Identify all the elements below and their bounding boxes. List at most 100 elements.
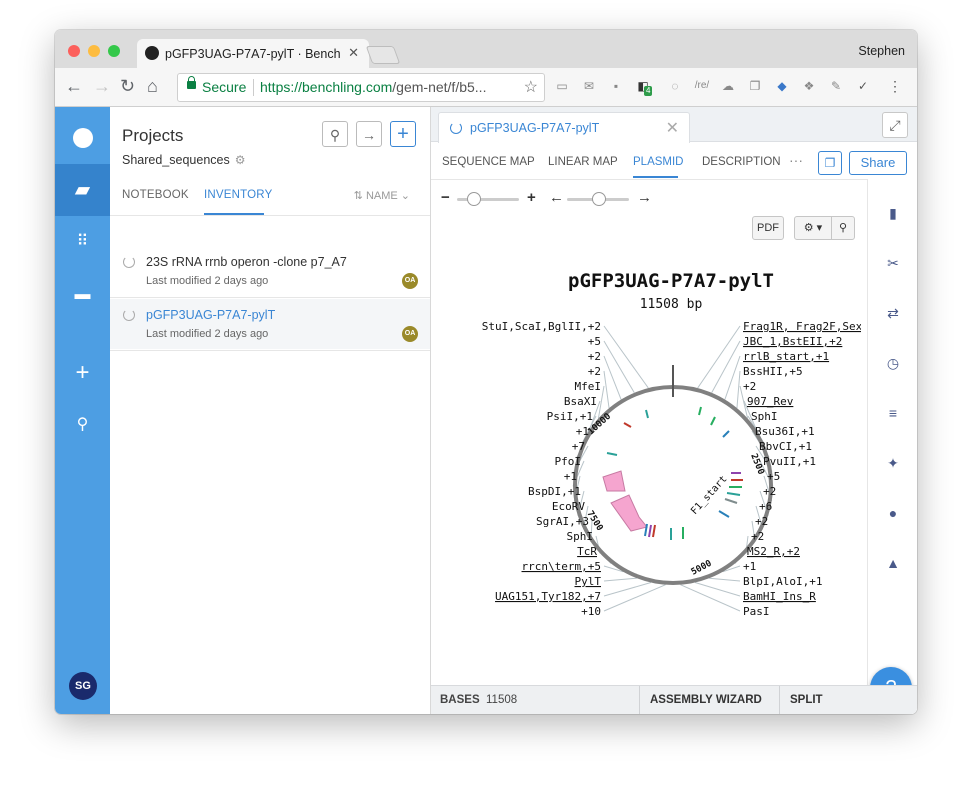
extension-badge-icon[interactable]: ◧ 4 — [636, 79, 653, 96]
feature-label-f1-start[interactable]: F1_start — [689, 474, 729, 517]
feature-label[interactable]: JBC_1,BstEII,+2 — [743, 335, 842, 348]
feature-label[interactable]: +2 — [755, 515, 768, 528]
add-nav-icon[interactable]: + — [55, 347, 110, 399]
feature-label[interactable]: BssHII,+5 — [743, 365, 803, 378]
feature-label[interactable]: MS2_R,+2 — [747, 545, 800, 558]
copy-extension-icon[interactable]: ❐ — [748, 79, 762, 93]
clock-icon[interactable]: ◷ — [868, 355, 917, 372]
share-button[interactable]: Share — [849, 151, 907, 175]
close-window-button[interactable] — [68, 45, 80, 57]
clipper-icon[interactable]: ✎ — [829, 79, 843, 93]
more-tabs-button[interactable]: ··· — [789, 152, 803, 168]
feature-label[interactable]: +5 — [588, 335, 601, 348]
inbox-icon[interactable]: ✓ — [856, 79, 870, 93]
zoom-window-button[interactable] — [108, 45, 120, 57]
feature-label[interactable]: PylT — [575, 575, 602, 588]
tab-description[interactable]: DESCRIPTION — [702, 156, 781, 168]
feature-label[interactable]: SgrAI,+3 — [536, 515, 589, 528]
apps-grid-icon[interactable]: ⠿ — [55, 216, 110, 268]
feature-label[interactable]: +1 — [576, 425, 589, 438]
tab-sequence-map[interactable]: SEQUENCE MAP — [442, 156, 535, 168]
feature-label[interactable]: StuI,ScaI,BglII,+2 — [482, 320, 601, 333]
swap-icon[interactable]: ⇄ — [868, 305, 917, 322]
zoom-in-icon[interactable]: + — [527, 189, 536, 206]
feature-label[interactable]: TcR — [577, 545, 597, 558]
close-tab-icon[interactable]: ✕ — [348, 45, 359, 61]
fox-extension-icon[interactable]: ◌ — [668, 79, 682, 93]
feature-label[interactable]: Bsu36I,+1 — [755, 425, 815, 438]
feature-label[interactable]: UAG151,Tyr182,+7 — [495, 590, 601, 603]
tab-plasmid[interactable]: PLASMID — [633, 156, 684, 168]
bookmark-icon[interactable]: ▮ — [868, 205, 917, 222]
feature-label[interactable]: rrlB_start,+1 — [743, 350, 829, 363]
mail-icon[interactable]: ✉ — [582, 79, 596, 93]
info-icon[interactable]: ● — [868, 505, 917, 521]
reload-icon[interactable]: ↻ — [120, 76, 135, 96]
tab-linear-map[interactable]: LINEAR MAP — [548, 156, 618, 168]
map-search-button[interactable]: ⚲ — [831, 216, 855, 240]
close-document-icon[interactable]: ✕ — [666, 118, 679, 138]
graduation-cap-icon[interactable]: ▲ — [868, 555, 917, 571]
rotate-right-icon[interactable]: → — [637, 189, 652, 206]
inventory-nav-icon[interactable]: ▰ — [55, 164, 110, 216]
split-workspace-button[interactable]: SPLIT WORKSPACE — [779, 686, 909, 714]
browser-menu-icon[interactable]: ⋮ — [888, 79, 902, 93]
list-item[interactable]: 23S rRNA rrnb operon -clone p7_A7 Last m… — [110, 246, 430, 296]
feature-label[interactable]: +2 — [763, 485, 776, 498]
feature-label[interactable]: BamHI_Ins_R — [743, 590, 816, 603]
search-nav-icon[interactable]: ⚲ — [55, 399, 110, 451]
list-item-selected[interactable]: pGFP3UAG-P7A7-pylT Last modified 2 days … — [110, 299, 430, 349]
feature-label[interactable]: +7 — [572, 440, 585, 453]
feature-label[interactable]: MfeI — [575, 380, 602, 393]
create-new-button[interactable]: + — [390, 121, 416, 147]
feature-label[interactable]: SphI — [567, 530, 594, 543]
feature-label[interactable]: BbvCI,+1 — [759, 440, 812, 453]
cloud-icon[interactable]: ☁ — [721, 79, 735, 93]
feature-label[interactable]: EcoRV — [552, 500, 585, 513]
bookmark-star-icon[interactable]: ☆ — [524, 77, 538, 97]
feature-label[interactable]: PfoI — [555, 455, 582, 468]
feature-tcr[interactable] — [602, 470, 626, 492]
copy-button[interactable]: ❐ — [818, 151, 842, 175]
feature-label[interactable]: +2 — [588, 350, 601, 363]
back-arrow-icon[interactable]: ← — [65, 76, 83, 96]
feature-label[interactable]: +6 — [759, 500, 772, 513]
sparkle-icon[interactable]: ✦ — [868, 455, 917, 472]
feature-pylt[interactable] — [610, 494, 648, 532]
expand-button[interactable]: ⤢ — [882, 112, 908, 138]
zoom-out-icon[interactable]: − — [441, 189, 450, 206]
feature-label[interactable]: PvuII,+1 — [763, 455, 816, 468]
rotation-slider-handle[interactable] — [592, 192, 606, 206]
cast-icon[interactable]: ▭ — [555, 79, 569, 93]
tab-inventory[interactable]: INVENTORY — [204, 189, 272, 201]
align-icon[interactable]: ≡ — [868, 405, 917, 421]
feature-label[interactable]: 907_Rev — [747, 395, 794, 408]
feature-label[interactable]: BsaXI — [564, 395, 597, 408]
feature-label[interactable]: PsiI,+1 — [547, 410, 593, 423]
home-icon[interactable]: ⌂ — [147, 76, 158, 96]
document-tab[interactable]: pGFP3UAG-P7A7-pylT ✕ — [438, 112, 690, 143]
address-bar[interactable]: Secure https://benchling.com/gem-net/f/b… — [177, 73, 545, 102]
user-avatar[interactable]: SG — [69, 672, 97, 700]
forward-arrow-icon[interactable]: → — [93, 76, 111, 96]
sort-by-name[interactable]: ⇅ NAME ⌄ — [354, 189, 410, 202]
feature-label[interactable]: +2 — [743, 380, 756, 393]
folder-settings-gear-icon[interactable]: ⚙ — [235, 153, 246, 167]
plasmid-map[interactable]: pGFP3UAG-P7A7-pylT 11508 bp F1_start 100… — [461, 255, 861, 645]
feature-label[interactable]: rrcn\term,+5 — [522, 560, 601, 573]
shield-extension-icon[interactable]: ◆ — [775, 79, 789, 93]
pdf-export-button[interactable]: PDF — [752, 216, 784, 240]
search-projects-button[interactable]: ⚲ — [322, 121, 348, 147]
profile-name[interactable]: Stephen — [858, 44, 905, 58]
scissors-icon[interactable]: ✂ — [868, 255, 917, 272]
feature-label[interactable]: +5 — [767, 470, 780, 483]
feature-label[interactable]: BspDI,+1 — [528, 485, 581, 498]
feature-label[interactable]: +10 — [581, 605, 601, 618]
extension-more-icon[interactable]: ▪ — [609, 79, 623, 93]
re-extension-icon[interactable]: /re/ — [691, 79, 713, 93]
minimize-window-button[interactable] — [88, 45, 100, 57]
assembly-wizard-button[interactable]: ASSEMBLY WIZARD ▴ — [639, 686, 777, 714]
folder-nav-icon[interactable]: ▬ — [55, 269, 110, 321]
feature-label[interactable]: SphI — [751, 410, 778, 423]
navigate-forward-button[interactable]: → — [356, 121, 382, 147]
